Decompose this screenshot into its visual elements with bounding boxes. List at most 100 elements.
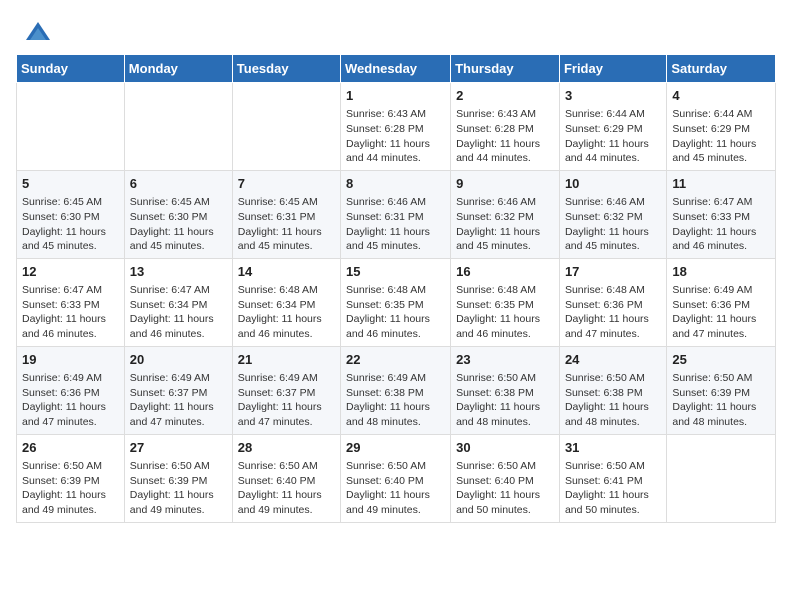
day-info: Daylight: 11 hours and 48 minutes. <box>672 400 770 429</box>
day-info: Sunset: 6:40 PM <box>238 474 335 489</box>
day-info: Sunrise: 6:43 AM <box>456 107 554 122</box>
calendar-cell: 21Sunrise: 6:49 AMSunset: 6:37 PMDayligh… <box>232 346 340 434</box>
calendar-cell: 1Sunrise: 6:43 AMSunset: 6:28 PMDaylight… <box>341 83 451 171</box>
logo-icon <box>24 18 52 46</box>
day-info: Sunset: 6:41 PM <box>565 474 661 489</box>
calendar-cell: 9Sunrise: 6:46 AMSunset: 6:32 PMDaylight… <box>451 170 560 258</box>
day-number: 30 <box>456 439 554 457</box>
calendar-cell: 24Sunrise: 6:50 AMSunset: 6:38 PMDayligh… <box>559 346 666 434</box>
calendar-week-row: 5 Sunrise: 6:45 AM Sunset: 6:30 PM Daylight… <box>17 170 776 258</box>
day-info: Daylight: 11 hours and 46 minutes. <box>130 312 227 341</box>
calendar-cell: 6Sunrise: 6:45 AMSunset: 6:30 PMDaylight… <box>124 170 232 258</box>
day-info: Sunrise: 6:50 AM <box>22 459 119 474</box>
day-info: Sunset: 6:31 PM <box>238 210 335 225</box>
day-number: 28 <box>238 439 335 457</box>
day-info: Sunset: 6:34 PM <box>238 298 335 313</box>
day-info: Daylight: 11 hours and 49 minutes. <box>346 488 445 517</box>
calendar-cell <box>17 83 125 171</box>
day-info: Sunset: 6:29 PM <box>565 122 661 137</box>
day-number: 24 <box>565 351 661 369</box>
day-info: Sunset: 6:38 PM <box>346 386 445 401</box>
calendar-cell <box>232 83 340 171</box>
day-number: 27 <box>130 439 227 457</box>
day-info: Sunset: 6:30 PM <box>22 210 119 225</box>
day-info: Sunrise: 6:50 AM <box>238 459 335 474</box>
day-number: 10 <box>565 175 661 193</box>
day-info: Daylight: 11 hours and 49 minutes. <box>238 488 335 517</box>
day-number: 21 <box>238 351 335 369</box>
calendar-cell: 30Sunrise: 6:50 AMSunset: 6:40 PMDayligh… <box>451 434 560 522</box>
day-info: Daylight: 11 hours and 47 minutes. <box>565 312 661 341</box>
day-number: 5 <box>22 175 119 193</box>
day-info: Sunrise: 6:46 AM <box>456 195 554 210</box>
calendar-cell: 7Sunrise: 6:45 AMSunset: 6:31 PMDaylight… <box>232 170 340 258</box>
day-number: 11 <box>672 175 770 193</box>
day-number: 13 <box>130 263 227 281</box>
logo <box>24 18 56 46</box>
day-info: Sunrise: 6:49 AM <box>22 371 119 386</box>
day-info: Daylight: 11 hours and 46 minutes. <box>238 312 335 341</box>
day-info: Sunset: 6:39 PM <box>22 474 119 489</box>
calendar-cell <box>667 434 776 522</box>
calendar-cell: 22Sunrise: 6:49 AMSunset: 6:38 PMDayligh… <box>341 346 451 434</box>
day-info: Sunset: 6:37 PM <box>130 386 227 401</box>
calendar-cell: 3Sunrise: 6:44 AMSunset: 6:29 PMDaylight… <box>559 83 666 171</box>
day-number: 26 <box>22 439 119 457</box>
calendar-cell: 27Sunrise: 6:50 AMSunset: 6:39 PMDayligh… <box>124 434 232 522</box>
day-number: 20 <box>130 351 227 369</box>
calendar-cell: 10Sunrise: 6:46 AMSunset: 6:32 PMDayligh… <box>559 170 666 258</box>
day-number: 1 <box>346 87 445 105</box>
day-info: Sunrise: 6:46 AM <box>565 195 661 210</box>
day-info: Daylight: 11 hours and 48 minutes. <box>456 400 554 429</box>
calendar-cell: 25Sunrise: 6:50 AMSunset: 6:39 PMDayligh… <box>667 346 776 434</box>
calendar-cell: 26Sunrise: 6:50 AMSunset: 6:39 PMDayligh… <box>17 434 125 522</box>
day-info: Sunrise: 6:46 AM <box>346 195 445 210</box>
day-info: Sunrise: 6:47 AM <box>672 195 770 210</box>
day-info: Daylight: 11 hours and 50 minutes. <box>565 488 661 517</box>
day-info: Sunrise: 6:45 AM <box>130 195 227 210</box>
day-number: 7 <box>238 175 335 193</box>
calendar-cell: 23Sunrise: 6:50 AMSunset: 6:38 PMDayligh… <box>451 346 560 434</box>
calendar-cell: 13Sunrise: 6:47 AMSunset: 6:34 PMDayligh… <box>124 258 232 346</box>
calendar-cell: 12Sunrise: 6:47 AMSunset: 6:33 PMDayligh… <box>17 258 125 346</box>
day-header-monday: Monday <box>124 55 232 83</box>
calendar-cell: 17Sunrise: 6:48 AMSunset: 6:36 PMDayligh… <box>559 258 666 346</box>
calendar-cell: 31Sunrise: 6:50 AMSunset: 6:41 PMDayligh… <box>559 434 666 522</box>
day-info: Daylight: 11 hours and 47 minutes. <box>22 400 119 429</box>
day-info: Sunrise: 6:50 AM <box>565 371 661 386</box>
calendar-cell: 19Sunrise: 6:49 AMSunset: 6:36 PMDayligh… <box>17 346 125 434</box>
day-header-friday: Friday <box>559 55 666 83</box>
day-number: 9 <box>456 175 554 193</box>
calendar-cell: 15Sunrise: 6:48 AMSunset: 6:35 PMDayligh… <box>341 258 451 346</box>
day-info: Sunset: 6:35 PM <box>346 298 445 313</box>
day-info: Sunset: 6:38 PM <box>456 386 554 401</box>
day-info: Sunset: 6:40 PM <box>456 474 554 489</box>
day-info: Daylight: 11 hours and 45 minutes. <box>565 225 661 254</box>
day-number: 8 <box>346 175 445 193</box>
calendar-cell: 16Sunrise: 6:48 AMSunset: 6:35 PMDayligh… <box>451 258 560 346</box>
calendar-week-row: 26Sunrise: 6:50 AMSunset: 6:39 PMDayligh… <box>17 434 776 522</box>
day-info: Sunrise: 6:50 AM <box>565 459 661 474</box>
day-info: Sunrise: 6:48 AM <box>346 283 445 298</box>
day-number: 3 <box>565 87 661 105</box>
day-info: Sunrise: 6:45 AM <box>238 195 335 210</box>
day-number: 2 <box>456 87 554 105</box>
day-number: 12 <box>22 263 119 281</box>
day-info: Sunrise: 6:47 AM <box>22 283 119 298</box>
day-info: Sunset: 6:36 PM <box>672 298 770 313</box>
day-info: Sunset: 6:36 PM <box>22 386 119 401</box>
day-info: Sunrise: 6:49 AM <box>238 371 335 386</box>
day-info: Sunset: 6:36 PM <box>565 298 661 313</box>
day-number: 22 <box>346 351 445 369</box>
day-info: Sunset: 6:35 PM <box>456 298 554 313</box>
calendar-week-row: 19Sunrise: 6:49 AMSunset: 6:36 PMDayligh… <box>17 346 776 434</box>
calendar-cell <box>124 83 232 171</box>
day-info: Sunset: 6:39 PM <box>672 386 770 401</box>
day-info: Daylight: 11 hours and 50 minutes. <box>456 488 554 517</box>
day-info: Daylight: 11 hours and 45 minutes. <box>346 225 445 254</box>
day-info: Daylight: 11 hours and 45 minutes. <box>672 137 770 166</box>
day-info: Daylight: 11 hours and 45 minutes. <box>130 225 227 254</box>
calendar-cell: 28 Sunrise: 6:50 AMSunset: 6:40 PMDayligh… <box>232 434 340 522</box>
day-number: 15 <box>346 263 445 281</box>
day-info: Sunrise: 6:49 AM <box>346 371 445 386</box>
